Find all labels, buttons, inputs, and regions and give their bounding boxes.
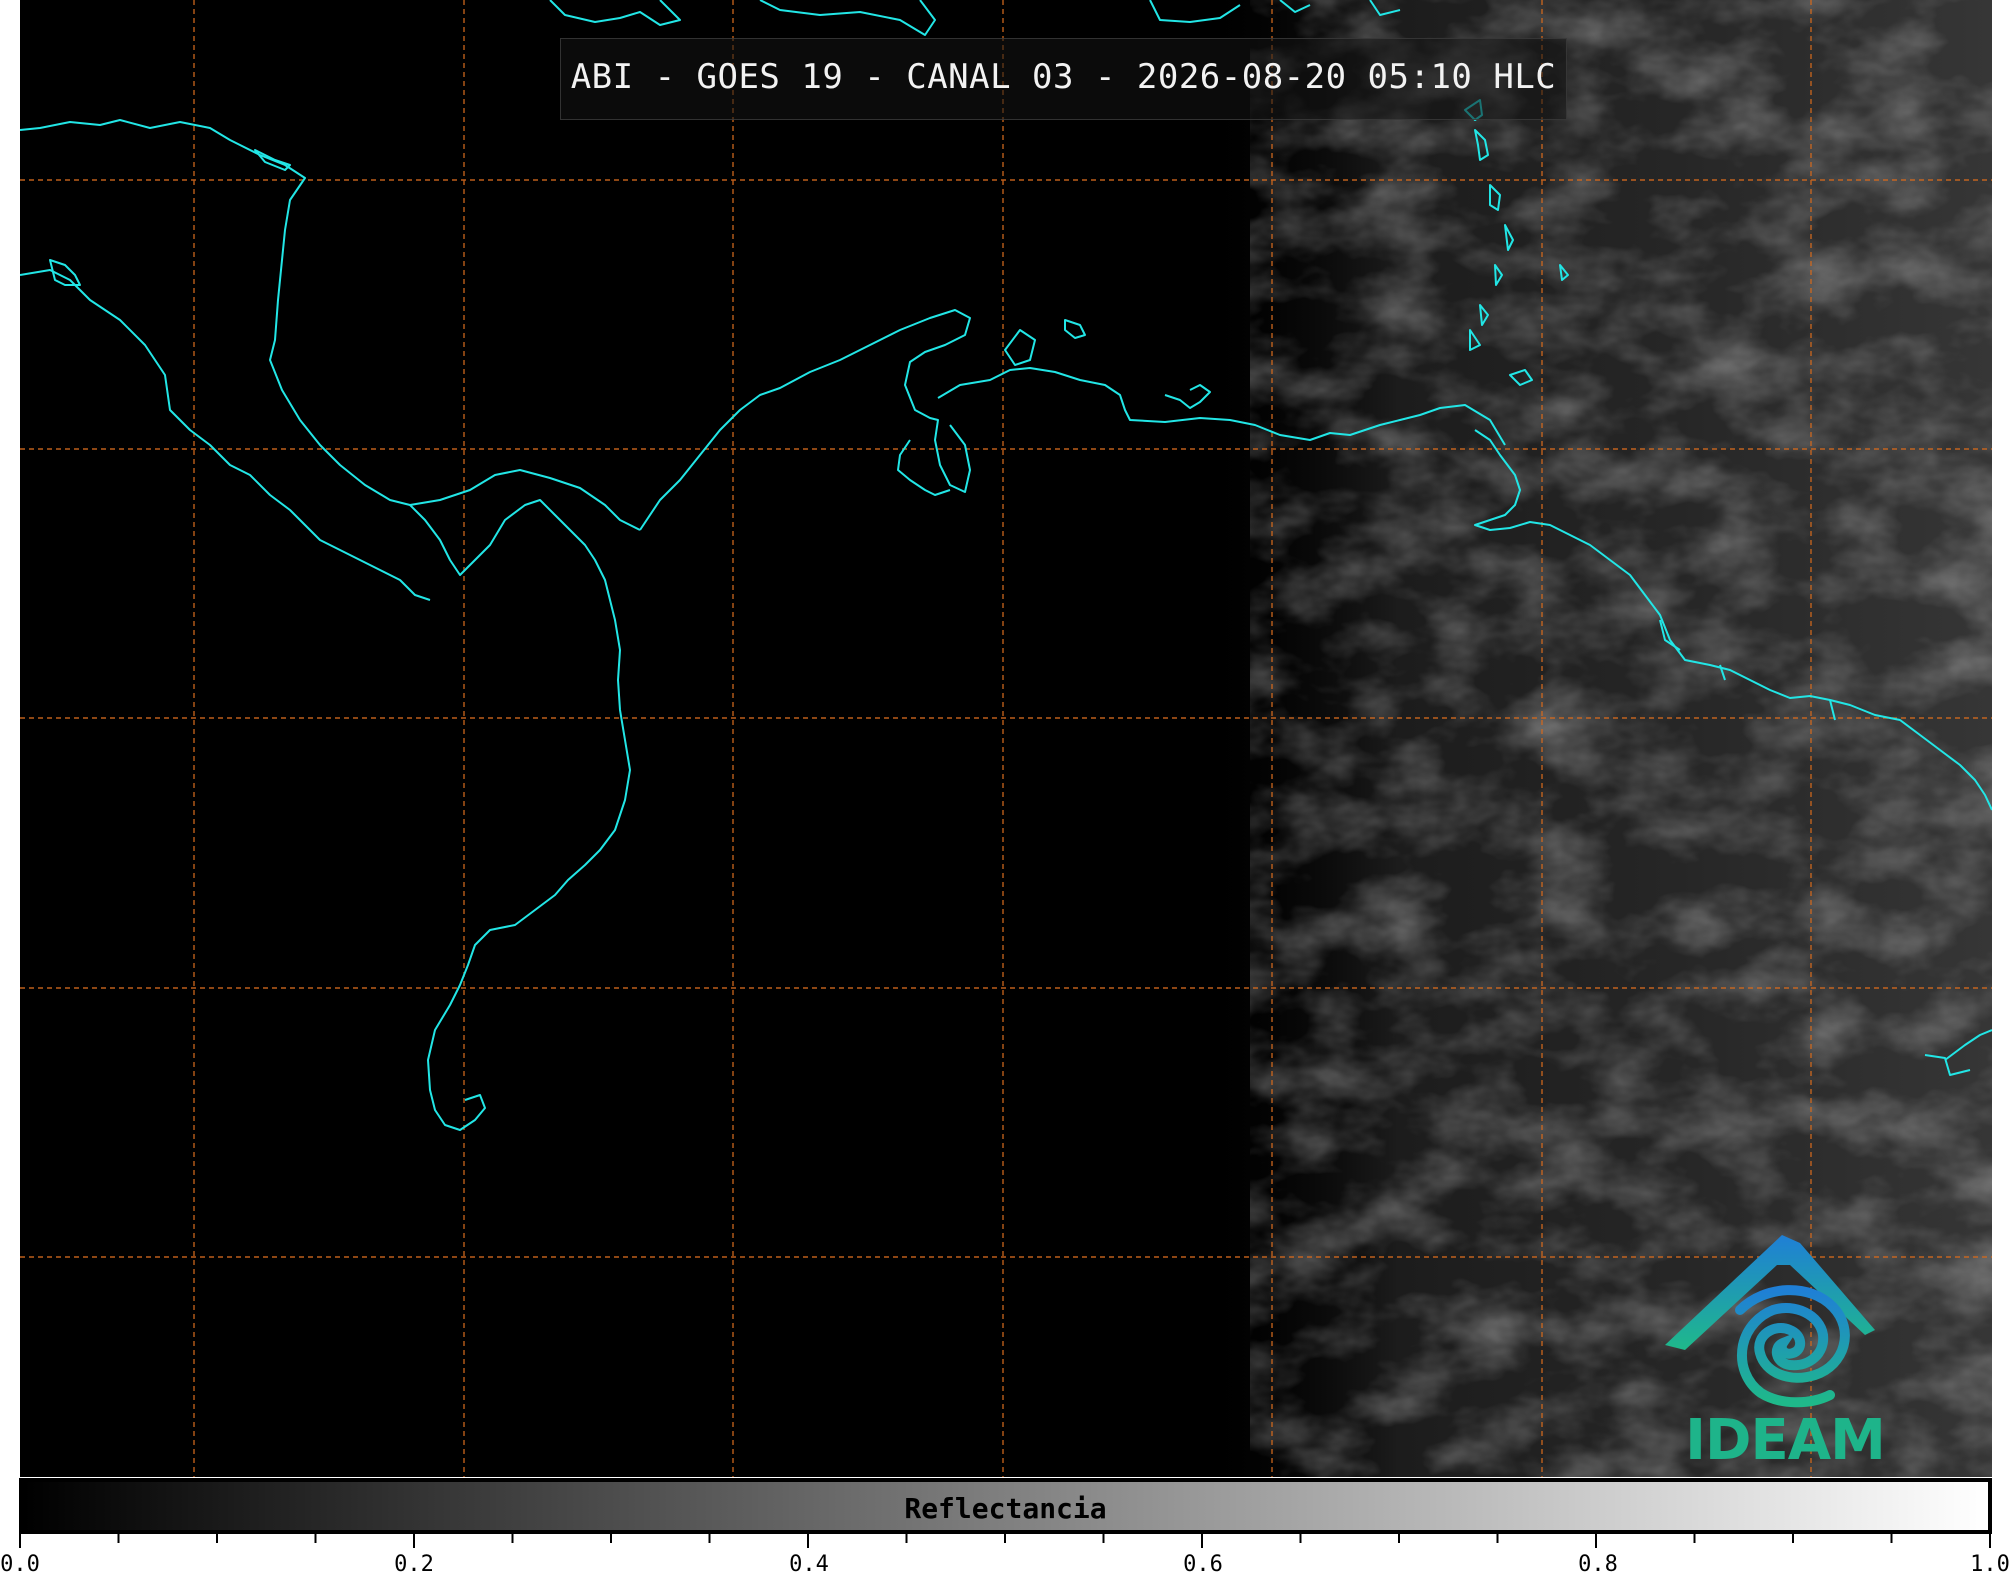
colorbar-tick-label: 0.6 (1183, 1552, 1223, 1577)
map-title: ABI - GOES 19 - CANAL 03 - 2026-08-20 05… (570, 57, 1557, 97)
colorbar: Reflectancia (19, 1478, 1992, 1534)
colorbar-tick-label: 0.4 (789, 1552, 829, 1577)
colorbar-label: Reflectancia (904, 1492, 1107, 1525)
satellite-map[interactable]: ABI - GOES 19 - CANAL 03 - 2026-08-20 05… (20, 0, 1992, 1477)
title-box: ABI - GOES 19 - CANAL 03 - 2026-08-20 05… (560, 38, 1567, 120)
ideam-logo: IDEAM (1665, 1253, 1905, 1473)
colorbar-ticks (19, 1534, 1991, 1548)
ideam-logo-text: IDEAM (1685, 1408, 1886, 1473)
colorbar-tick-label: 1.0 (1970, 1552, 2010, 1577)
colorbar-tick-label: 0.0 (0, 1552, 40, 1577)
colorbar-tick-label: 0.2 (394, 1552, 434, 1577)
colorbar-tick-label: 0.8 (1578, 1552, 1618, 1577)
